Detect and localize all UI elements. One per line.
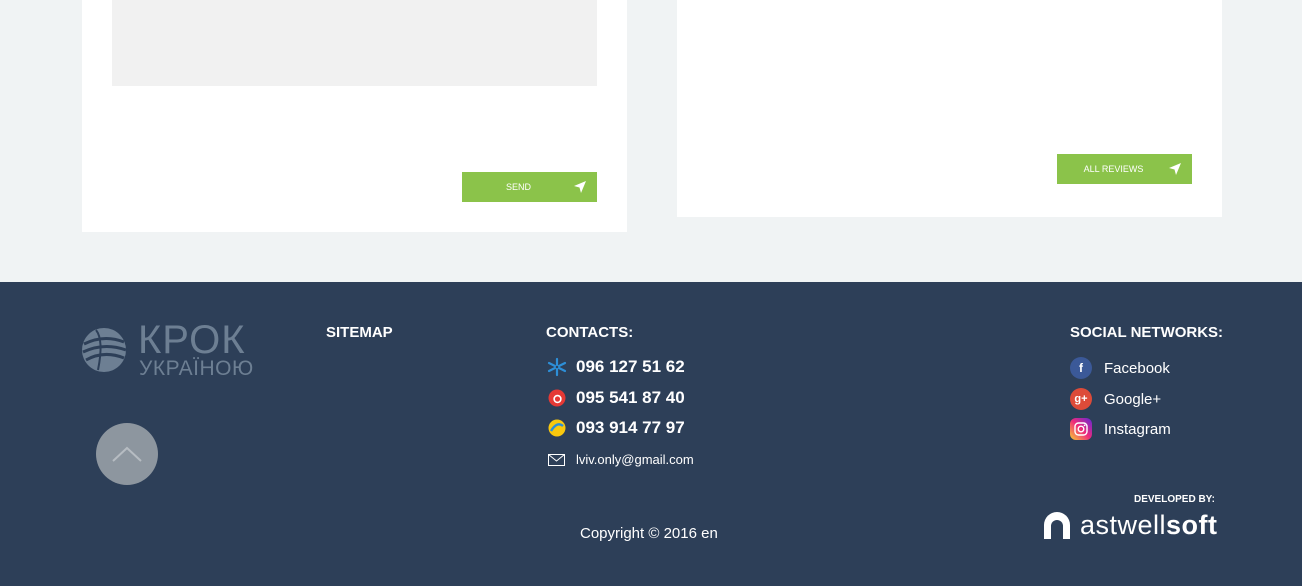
phone-number: 096 127 51 62 (576, 357, 685, 376)
scroll-to-top-button[interactable] (96, 423, 158, 485)
globe-logo-icon (82, 328, 127, 372)
social-label: Facebook (1104, 359, 1170, 377)
lifecell-icon (546, 417, 568, 439)
send-icon (563, 181, 597, 193)
developer-name: astwellsoft (1080, 510, 1218, 541)
email-link[interactable]: lviv.only@gmail.com (548, 452, 694, 467)
google-plus-icon: g+ (1070, 388, 1092, 410)
developer-name-light: astwell (1080, 509, 1167, 540)
social-label: Instagram (1104, 420, 1171, 438)
send-icon (1158, 163, 1192, 175)
copyright-text: Copyright © 2016 en (580, 525, 718, 542)
message-textarea[interactable] (112, 0, 597, 86)
facebook-icon: f (1070, 357, 1092, 379)
logo-subtitle: УКРАЇНОЮ (139, 357, 254, 380)
reviews-card: All reviews (677, 0, 1222, 217)
send-button-label: Send (505, 182, 531, 192)
astwellsoft-logo-icon (1044, 512, 1070, 539)
all-reviews-label: All reviews (1083, 164, 1144, 174)
kyivstar-icon (546, 356, 568, 378)
instagram-icon (1070, 418, 1092, 440)
developed-by-label: DEVELOPED BY: (1134, 494, 1215, 505)
vodafone-icon (546, 387, 568, 409)
send-button[interactable]: Send (462, 172, 597, 202)
social-link-google-plus[interactable]: g+ Google+ (1070, 388, 1161, 410)
social-networks-heading: Social networks: (1070, 324, 1224, 341)
phone-vodafone[interactable]: 095 541 87 40 (546, 387, 685, 409)
email-address: lviv.only@gmail.com (576, 452, 694, 467)
astwellsoft-logo[interactable]: astwellsoft (1040, 508, 1222, 542)
sitemap-heading[interactable]: Sitemap (326, 324, 393, 341)
social-label: Google+ (1104, 390, 1162, 408)
phone-number: 093 914 77 97 (576, 418, 685, 437)
developer-name-bold: soft (1166, 509, 1218, 540)
site-footer: КРОК УКРАЇНОЮ Sitemap Contacts: 096 127 … (0, 282, 1302, 586)
mail-icon (548, 453, 565, 466)
contacts-heading: Contacts: (546, 324, 634, 341)
feedback-form-card: Send (82, 0, 627, 232)
phone-lifecell[interactable]: 093 914 77 97 (546, 417, 685, 439)
all-reviews-button[interactable]: All reviews (1057, 154, 1192, 184)
krok-logo[interactable]: КРОК УКРАЇНОЮ (82, 318, 254, 382)
phone-kyivstar[interactable]: 096 127 51 62 (546, 356, 685, 378)
social-link-instagram[interactable]: Instagram (1070, 418, 1171, 440)
chevron-up-icon (112, 446, 142, 462)
social-link-facebook[interactable]: f Facebook (1070, 357, 1170, 379)
phone-number: 095 541 87 40 (576, 388, 685, 407)
